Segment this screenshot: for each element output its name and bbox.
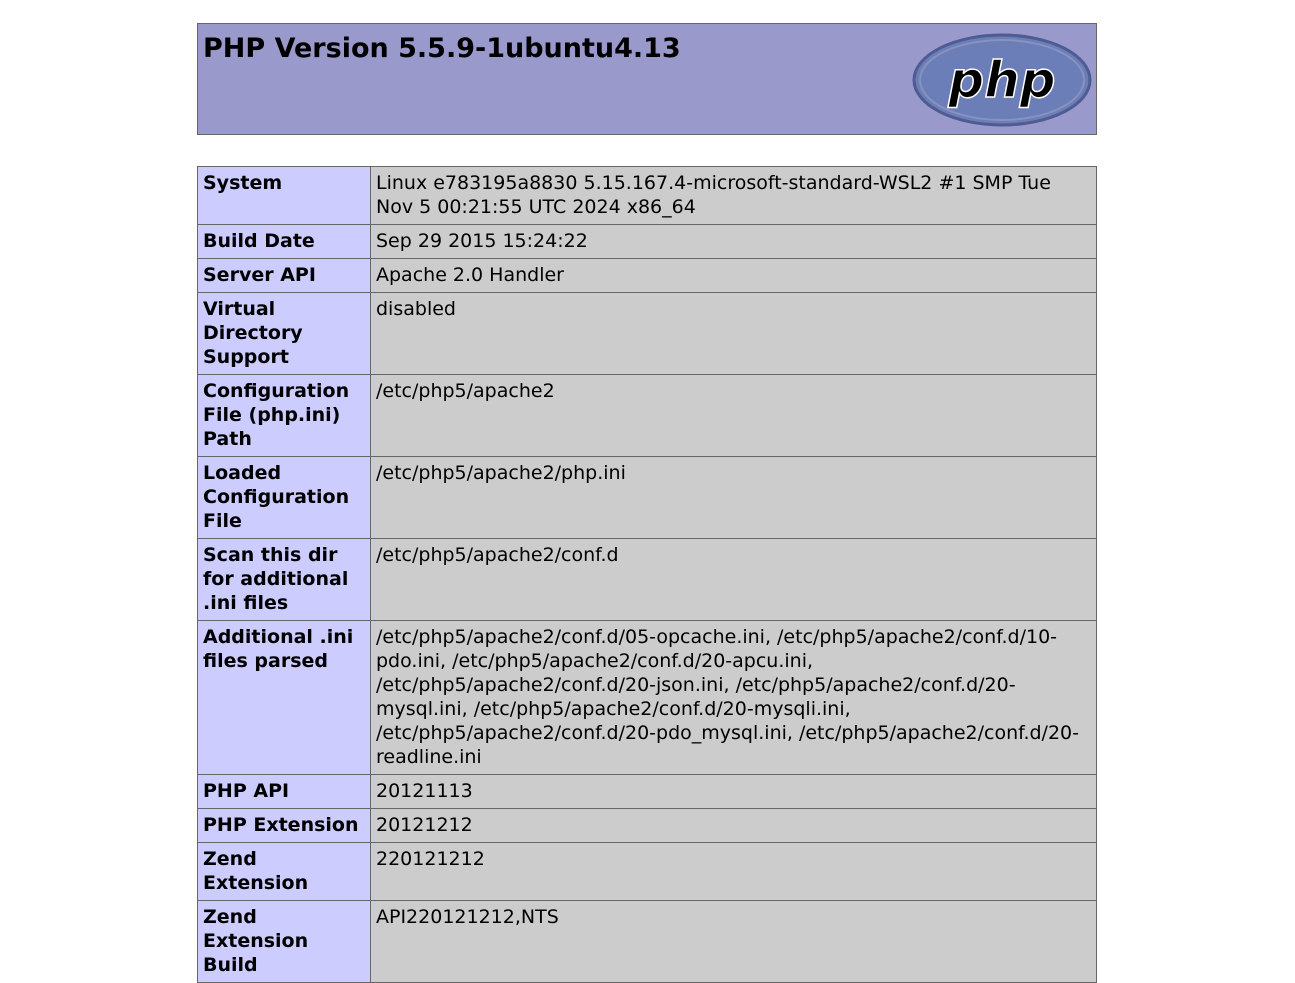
- row-label: Configuration File (php.ini) Path: [197, 374, 371, 457]
- row-label: System: [197, 166, 371, 225]
- php-logo-text: php: [947, 51, 1055, 109]
- table-row: PHP API 20121113: [197, 774, 1097, 809]
- row-label: Loaded Configuration File: [197, 456, 371, 539]
- row-label: PHP Extension: [197, 808, 371, 843]
- row-value: API220121212,NTS: [370, 900, 1097, 983]
- row-value: Linux e783195a8830 5.15.167.4-microsoft-…: [370, 166, 1097, 225]
- table-row: Loaded Configuration File/etc/php5/apach…: [197, 456, 1097, 539]
- row-value: 220121212: [370, 842, 1097, 901]
- row-value: 20121212: [370, 808, 1097, 843]
- row-value: /etc/php5/apache2/conf.d/05-opcache.ini,…: [370, 620, 1097, 775]
- row-label: Additional .ini files parsed: [197, 620, 371, 775]
- phpinfo-container: PHP Version 5.5.9-1ubuntu4.13 php System…: [197, 23, 1097, 983]
- row-label: Zend Extension: [197, 842, 371, 901]
- table-row: Zend Extension 220121212: [197, 842, 1097, 901]
- row-value: Sep 29 2015 15:24:22: [370, 224, 1097, 259]
- row-value: /etc/php5/apache2: [370, 374, 1097, 457]
- row-value: /etc/php5/apache2/conf.d: [370, 538, 1097, 621]
- row-label: Zend Extension Build: [197, 900, 371, 983]
- row-label: Build Date: [197, 224, 371, 259]
- table-row: Configuration File (php.ini) Path/etc/ph…: [197, 374, 1097, 457]
- row-label: Scan this dir for additional .ini files: [197, 538, 371, 621]
- table-row: Build Date Sep 29 2015 15:24:22: [197, 224, 1097, 259]
- row-value: 20121113: [370, 774, 1097, 809]
- row-value: Apache 2.0 Handler: [370, 258, 1097, 293]
- table-row: System Linux e783195a8830 5.15.167.4-micr…: [197, 166, 1097, 225]
- row-value: disabled: [370, 292, 1097, 375]
- page-title: PHP Version 5.5.9-1ubuntu4.13: [203, 33, 681, 64]
- row-label: Server API: [197, 258, 371, 293]
- row-label: PHP API: [197, 774, 371, 809]
- table-row: Server API Apache 2.0 Handler: [197, 258, 1097, 293]
- table-row: Zend Extension Build API220121212,NTS: [197, 900, 1097, 983]
- table-row: Additional .ini files parsed/etc/php5/ap…: [197, 620, 1097, 775]
- table-row: PHP Extension 20121212: [197, 808, 1097, 843]
- table-row: Virtual Directory Support disabled: [197, 292, 1097, 375]
- row-label: Virtual Directory Support: [197, 292, 371, 375]
- table-row: Scan this dir for additional .ini files /…: [197, 538, 1097, 621]
- phpinfo-table: System Linux e783195a8830 5.15.167.4-micr…: [197, 166, 1097, 983]
- row-value: /etc/php5/apache2/php.ini: [370, 456, 1097, 539]
- php-logo[interactable]: php: [912, 33, 1092, 127]
- phpinfo-header: PHP Version 5.5.9-1ubuntu4.13 php: [197, 23, 1097, 135]
